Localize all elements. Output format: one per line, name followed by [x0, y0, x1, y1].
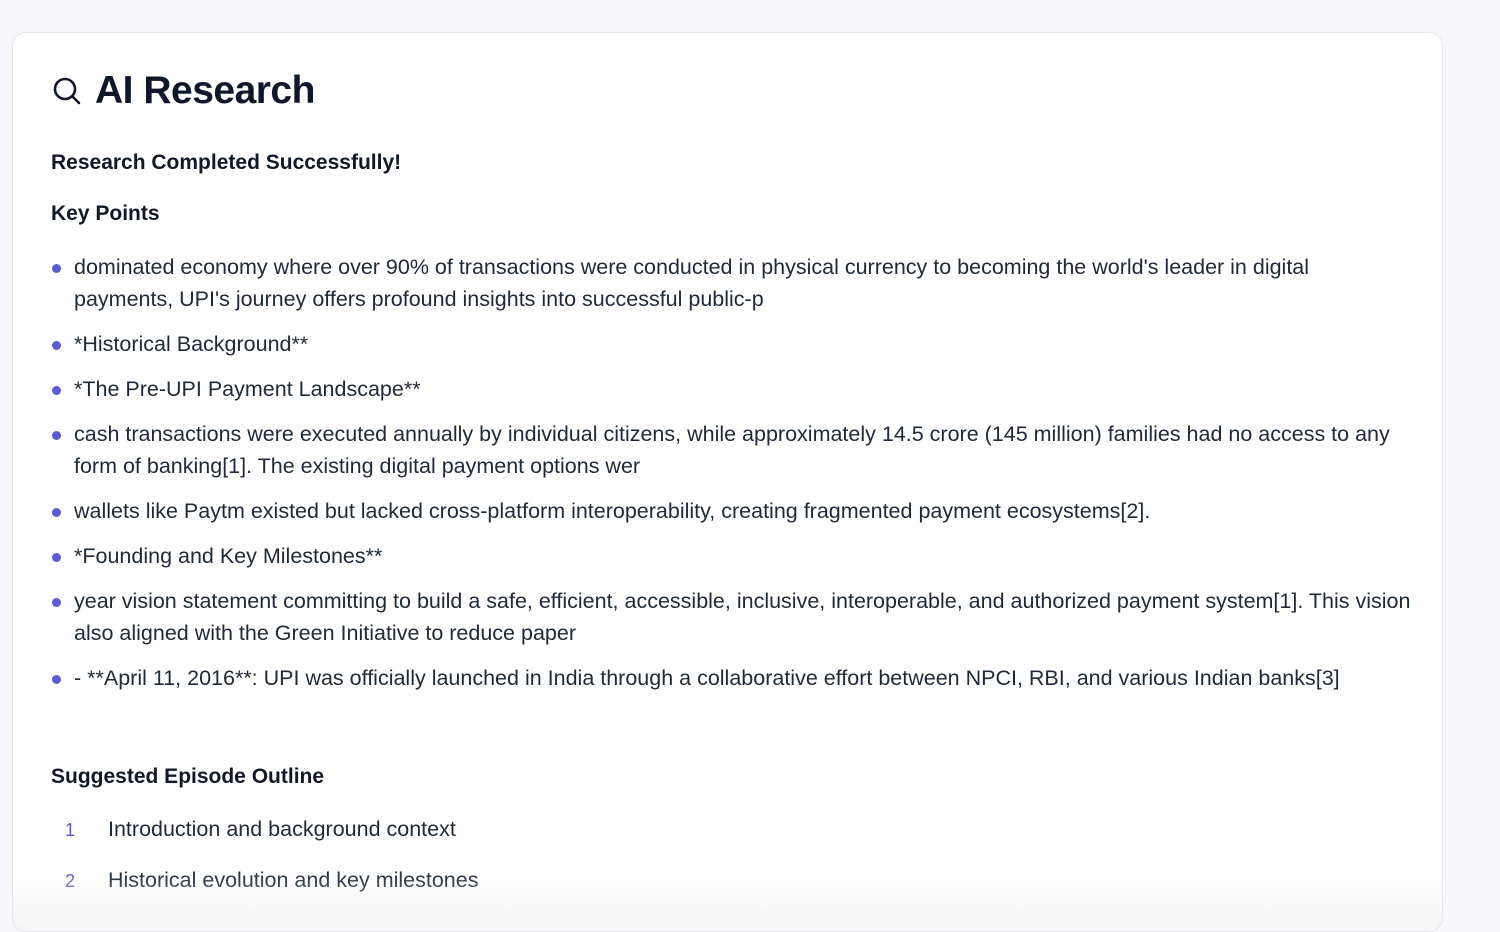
list-item: year vision statement committing to buil… — [51, 585, 1411, 649]
episode-outline-heading: Suggested Episode Outline — [51, 765, 325, 788]
list-item-text: *The Pre-UPI Payment Landscape** — [74, 377, 421, 401]
list-item: *Historical Background** — [51, 328, 1411, 360]
page-title: AI Research — [95, 69, 315, 112]
bullet-icon — [52, 386, 61, 395]
outline-item: 1 Introduction and background context — [51, 817, 478, 868]
bullet-icon — [52, 553, 61, 562]
bullet-icon — [52, 508, 61, 517]
panel-header: AI Research — [51, 69, 315, 113]
bullet-icon — [52, 675, 61, 684]
list-item-text: *Historical Background** — [74, 332, 309, 356]
status-message: Research Completed Successfully! — [51, 151, 402, 174]
list-item-text: cash transactions were executed annually… — [74, 422, 1390, 478]
outline-number: 1 — [65, 820, 76, 840]
list-item-text: dominated economy where over 90% of tran… — [74, 255, 1310, 311]
bullet-icon — [52, 264, 61, 273]
bullet-icon — [52, 431, 61, 440]
list-item-text: year vision statement committing to buil… — [74, 589, 1411, 645]
outline-text: Historical evolution and key milestones — [108, 868, 479, 892]
search-icon — [51, 75, 83, 107]
list-item-text: wallets like Paytm existed but lacked cr… — [74, 499, 1151, 523]
outline-item: 2 Historical evolution and key milestone… — [51, 868, 478, 919]
outline-text: Introduction and background context — [108, 817, 456, 841]
list-item: *Founding and Key Milestones** — [51, 540, 1411, 572]
list-item: - **April 11, 2016**: UPI was officially… — [51, 662, 1411, 694]
ai-research-panel: AI Research Research Completed Successfu… — [12, 32, 1443, 932]
bullet-icon — [52, 598, 61, 607]
outline-number: 2 — [65, 871, 76, 891]
list-item: cash transactions were executed annually… — [51, 418, 1411, 482]
list-item: *The Pre-UPI Payment Landscape** — [51, 373, 1411, 405]
list-item-text: - **April 11, 2016**: UPI was officially… — [74, 666, 1340, 690]
list-item: wallets like Paytm existed but lacked cr… — [51, 495, 1411, 527]
key-points-heading: Key Points — [51, 202, 160, 225]
key-points-list: dominated economy where over 90% of tran… — [51, 251, 1411, 707]
bullet-icon — [52, 341, 61, 350]
list-item-text: *Founding and Key Milestones** — [74, 544, 383, 568]
list-item: dominated economy where over 90% of tran… — [51, 251, 1411, 315]
